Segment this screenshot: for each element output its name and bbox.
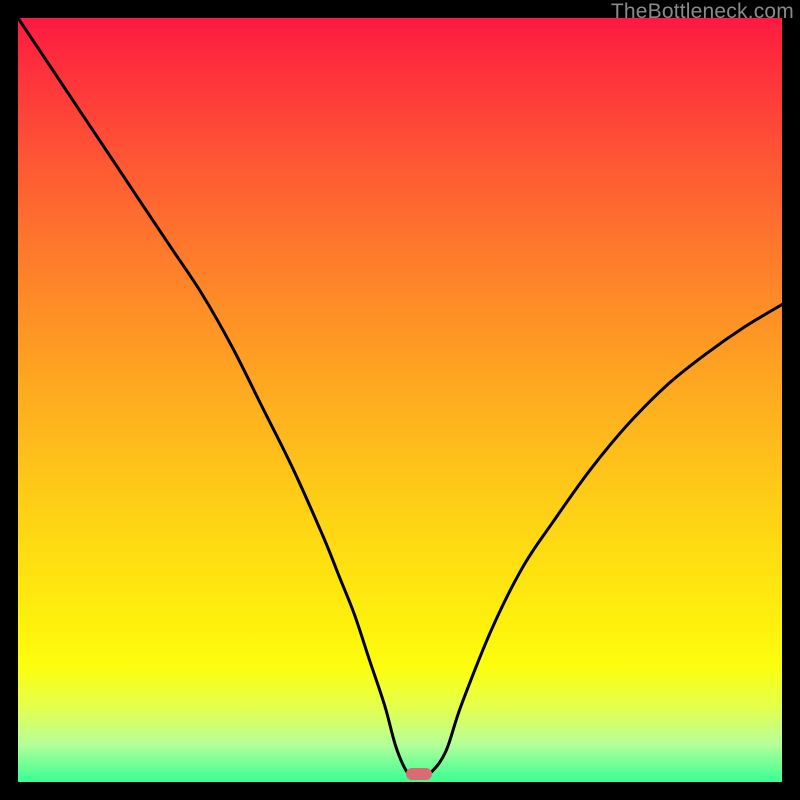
plot-area xyxy=(18,18,782,782)
bottleneck-curve xyxy=(18,18,782,782)
watermark-text: TheBottleneck.com xyxy=(611,0,794,24)
chart-frame: TheBottleneck.com xyxy=(0,0,800,800)
bottleneck-marker-icon xyxy=(406,768,432,780)
